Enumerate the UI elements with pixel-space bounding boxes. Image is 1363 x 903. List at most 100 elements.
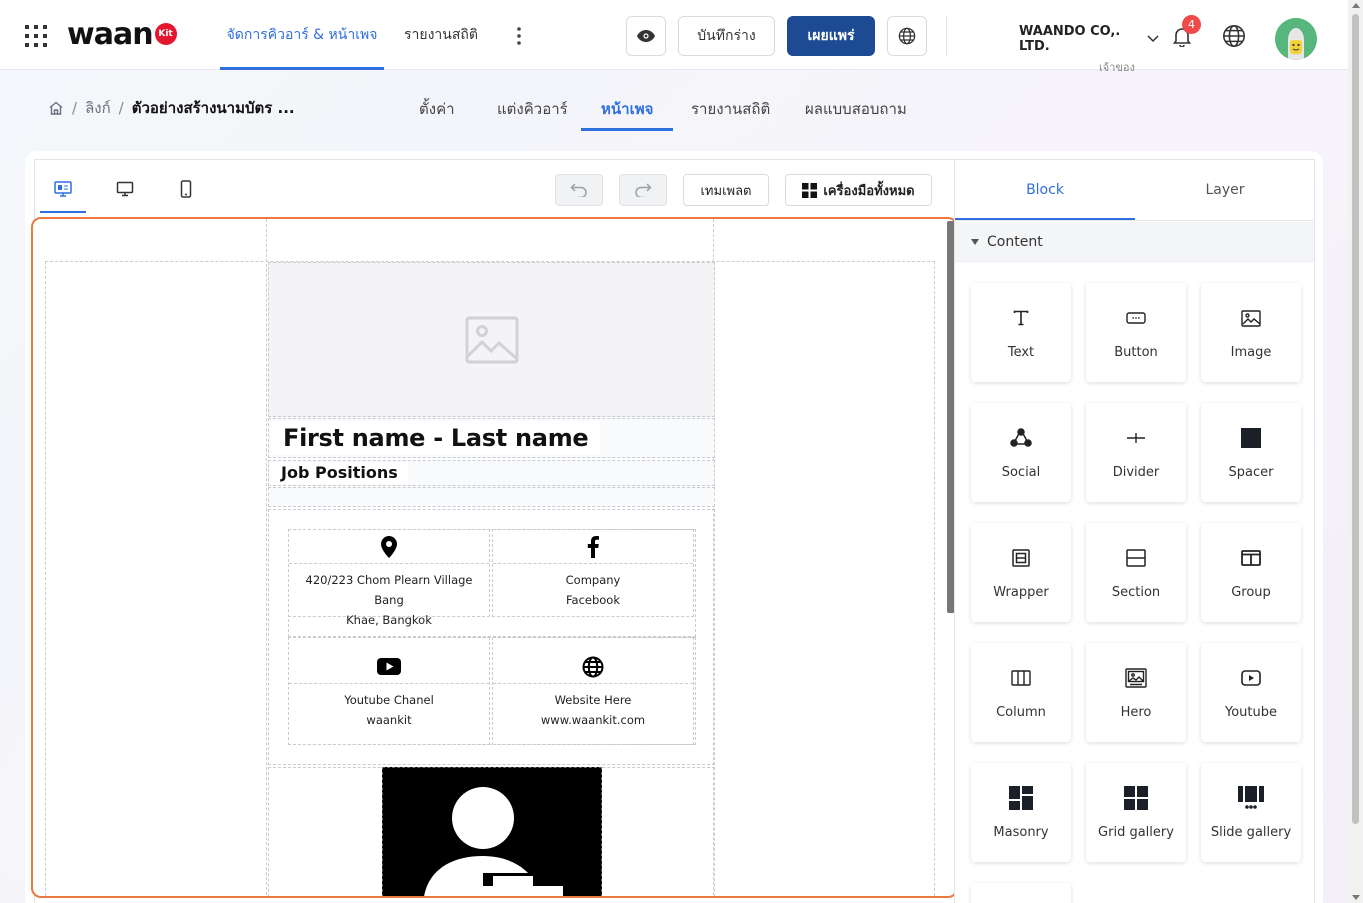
cell-icon-area <box>289 530 489 564</box>
breadcrumb-link[interactable]: ลิงก์ <box>85 96 111 120</box>
save-draft-button[interactable]: บันทึกร่าง <box>678 16 775 56</box>
redo-button[interactable] <box>619 174 667 206</box>
template-button[interactable]: เทมเพลต <box>683 174 769 206</box>
undo-icon <box>570 183 588 197</box>
tab-label: รายงานสถิติ <box>691 100 771 118</box>
panel-tab-block[interactable]: Block <box>955 160 1135 220</box>
block-label: Spacer <box>1228 465 1274 480</box>
nav-tab-label: จัดการคิวอาร์ & หน้าเพจ <box>226 27 378 43</box>
device-desktop-button[interactable] <box>113 178 137 200</box>
youtube-icon <box>377 658 401 675</box>
device-responsive-button[interactable] <box>51 178 75 200</box>
device-mobile-button[interactable] <box>174 178 198 200</box>
mobile-icon <box>180 180 192 198</box>
block-label: Image <box>1230 345 1272 360</box>
location-pin-icon <box>380 535 398 558</box>
divider-icon <box>1086 427 1186 449</box>
tab-survey-results[interactable]: ผลแบบสอบถาม <box>805 90 907 131</box>
more-vertical-icon[interactable] <box>510 24 528 48</box>
redo-icon <box>634 183 652 197</box>
cell-text: 420/223 Chom Plearn Village Bang Khae, B… <box>289 564 489 630</box>
tab-page[interactable]: หน้าเพจ <box>580 90 674 131</box>
chevron-down-icon <box>1147 35 1159 43</box>
button-icon <box>1086 307 1186 329</box>
cell-text: Company Facebook <box>493 564 693 610</box>
company-switcher[interactable]: WAANDO CO,. LTD. เจ้าของ <box>1019 24 1159 76</box>
website-cell[interactable]: Website Here www.waankit.com <box>492 637 694 745</box>
address-line1: 420/223 Chom Plearn Village Bang <box>305 573 473 607</box>
wrapper-icon <box>971 547 1071 569</box>
publish-button[interactable]: เผยแพร่ <box>787 16 875 56</box>
device-active-indicator <box>40 211 86 213</box>
template-button-label: เทมเพลต <box>700 183 752 199</box>
block-button[interactable]: Button <box>1086 283 1186 382</box>
facebook-icon <box>587 535 599 558</box>
job-text-block[interactable]: Job Positions <box>268 460 715 486</box>
block-more[interactable] <box>971 883 1071 903</box>
page-scrollbar-thumb[interactable] <box>1352 14 1359 824</box>
tab-settings[interactable]: ตั้งค่า <box>419 90 455 131</box>
block-social[interactable]: Social <box>971 403 1071 502</box>
scroll-down-arrow-icon <box>1352 895 1360 900</box>
facebook-line1: Company <box>565 573 621 587</box>
accessibility-image-block[interactable] <box>382 767 602 896</box>
cell-icon-area <box>493 638 693 684</box>
language-globe-icon[interactable] <box>1222 24 1246 48</box>
tab-report[interactable]: รายงานสถิติ <box>691 90 770 131</box>
cell-icon-area <box>493 530 693 564</box>
block-text[interactable]: Text <box>971 283 1071 382</box>
block-label: Button <box>1114 345 1158 360</box>
block-masonry[interactable]: Masonry <box>971 763 1071 862</box>
tab-label: ตั้งค่า <box>419 100 455 118</box>
breadcrumb-current: ตัวอย่างสร้างนามบัตร ... <box>131 99 295 117</box>
block-image[interactable]: Image <box>1201 283 1301 382</box>
block-section[interactable]: Section <box>1086 523 1186 622</box>
page-scrollbar[interactable] <box>1348 0 1363 903</box>
nav-tab-statistics[interactable]: รายงานสถิติ <box>404 0 478 70</box>
block-grid-gallery[interactable]: Grid gallery <box>1086 763 1186 862</box>
image-placeholder-icon <box>465 316 519 364</box>
youtube-line2: waankit <box>366 713 412 727</box>
block-spacer[interactable]: Spacer <box>1201 403 1301 502</box>
facebook-line2: Facebook <box>565 593 621 607</box>
home-icon[interactable] <box>48 100 64 116</box>
globe-icon <box>582 656 604 678</box>
block-label: Youtube <box>1225 705 1277 720</box>
block-hero[interactable]: Hero <box>1086 643 1186 742</box>
globe-icon <box>898 27 916 45</box>
block-divider[interactable]: Divider <box>1086 403 1186 502</box>
spacer-block[interactable] <box>268 487 715 507</box>
block-slide-gallery[interactable]: Slide gallery <box>1201 763 1301 862</box>
page-language-button[interactable] <box>887 16 927 56</box>
caret-down-icon <box>971 238 979 245</box>
name-heading: First name - Last name <box>271 421 601 455</box>
all-tools-button[interactable]: เครื่องมือทั้งหมด <box>785 174 932 206</box>
block-group[interactable]: Group <box>1201 523 1301 622</box>
website-line2: www.waankit.com <box>540 713 646 727</box>
waankit-logo[interactable]: waan Kit <box>67 16 177 52</box>
name-text-block[interactable]: First name - Last name <box>268 418 715 458</box>
user-avatar[interactable] <box>1275 18 1317 60</box>
content-category-toggle[interactable]: Content <box>955 222 1314 262</box>
address-line2: Khae, Bangkok <box>346 613 432 627</box>
nav-tab-qr-pages[interactable]: จัดการคิวอาร์ & หน้าเพจ <box>220 0 384 70</box>
design-canvas[interactable]: First name - Last name Job Positions 420… <box>31 217 958 898</box>
tab-qr-design[interactable]: แต่งคิวอาร์ <box>497 90 568 131</box>
panel-tab-layer[interactable]: Layer <box>1135 160 1315 220</box>
grid-gallery-icon <box>1086 786 1186 810</box>
slide-gallery-icon <box>1201 786 1301 809</box>
block-label: Wrapper <box>993 585 1049 600</box>
block-wrapper[interactable]: Wrapper <box>971 523 1071 622</box>
company-role: เจ้าของ <box>1099 61 1135 74</box>
facebook-cell[interactable]: Company Facebook <box>492 529 694 617</box>
profile-image-placeholder[interactable] <box>268 262 715 417</box>
preview-button[interactable] <box>626 16 666 56</box>
address-cell[interactable]: 420/223 Chom Plearn Village Bang Khae, B… <box>288 529 490 627</box>
app-grid-icon[interactable] <box>25 25 47 47</box>
block-youtube[interactable]: Youtube <box>1201 643 1301 742</box>
youtube-cell[interactable]: Youtube Chanel waankit <box>288 637 490 745</box>
block-label: Grid gallery <box>1098 825 1174 840</box>
nav-tab-label: รายงานสถิติ <box>404 27 478 43</box>
block-column[interactable]: Column <box>971 643 1071 742</box>
undo-button[interactable] <box>555 174 603 206</box>
